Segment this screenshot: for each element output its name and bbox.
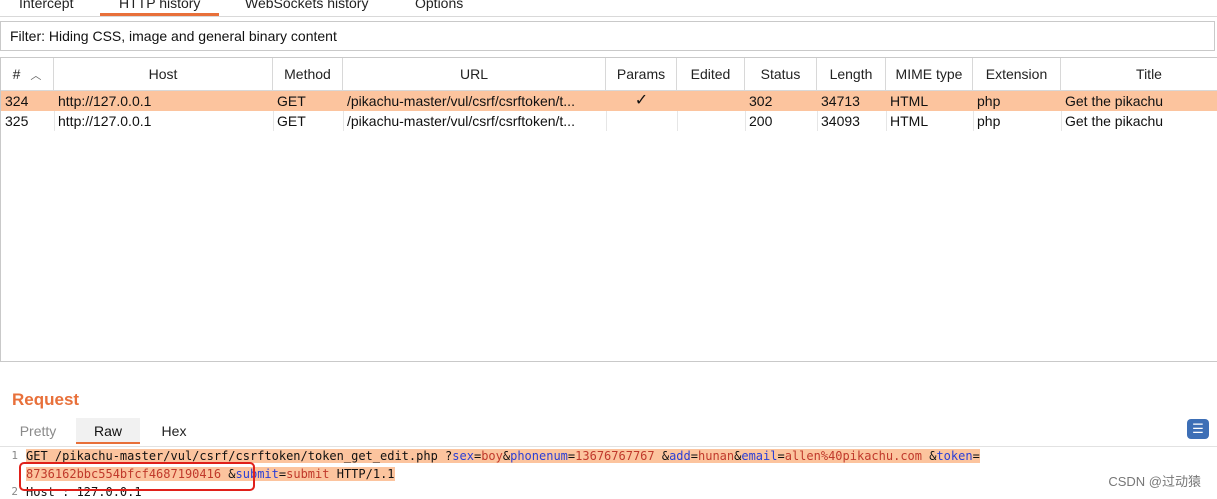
cell-status: 302	[749, 93, 773, 109]
line-number: 1	[11, 449, 18, 462]
cell-status: 200	[749, 113, 773, 129]
col-header-extension[interactable]: Extension	[973, 58, 1061, 90]
request-view-tabs: Pretty Raw Hex	[0, 418, 1217, 444]
col-header-status[interactable]: Status	[745, 58, 817, 90]
cell-length: 34713	[821, 93, 860, 109]
cell-extension: php	[977, 113, 1001, 129]
cell-method: GET	[277, 113, 306, 129]
cell-edited	[677, 91, 745, 111]
col-header-mime-type[interactable]: MIME type	[886, 58, 973, 90]
cell-url: /pikachu-master/vul/csrf/csrftoken/t...	[347, 93, 575, 109]
col-header-title[interactable]: Title	[1061, 58, 1217, 90]
tab-pretty[interactable]: Pretty	[8, 418, 68, 444]
cell-host: http://127.0.0.1	[58, 93, 152, 109]
col-header-length[interactable]: Length	[817, 58, 886, 90]
tab-raw[interactable]: Raw	[76, 418, 140, 444]
table-header: # ︿ Host Method URL Params Edited Status…	[1, 58, 1217, 91]
col-header-host[interactable]: Host	[54, 58, 273, 90]
request-method-path: GET /pikachu-master/vul/csrf/csrftoken/t…	[26, 449, 438, 463]
top-tab-bar: Intercept HTTP history WebSockets histor…	[0, 0, 1217, 17]
col-header-params[interactable]: Params	[606, 58, 677, 90]
cell-title: Get the pikachu	[1065, 93, 1164, 109]
col-header-num[interactable]: # ︿	[1, 58, 54, 90]
wrap-lines-icon[interactable]: ☰	[1187, 419, 1209, 439]
cell-title: Get the pikachu	[1065, 113, 1164, 129]
col-header-url[interactable]: URL	[343, 58, 606, 90]
cell-method: GET	[277, 93, 306, 109]
table-row[interactable]: 324 http://127.0.0.1 GET /pikachu-master…	[1, 91, 1217, 111]
token-highlight-box	[19, 462, 255, 491]
cell-host: http://127.0.0.1	[58, 113, 152, 129]
tab-websockets-history[interactable]: WebSockets history	[226, 0, 387, 16]
tab-options[interactable]: Options	[396, 0, 482, 16]
http-version: HTTP/1.1	[336, 467, 395, 481]
history-table: # ︿ Host Method URL Params Edited Status…	[0, 57, 1217, 362]
cell-mime: HTML	[890, 93, 929, 109]
tab-hex[interactable]: Hex	[144, 418, 204, 444]
cell-extension: php	[977, 93, 1001, 109]
tab-intercept[interactable]: Intercept	[0, 0, 92, 16]
tab-http-history[interactable]: HTTP history	[100, 0, 220, 16]
sort-ascending-icon: ︿	[30, 70, 42, 82]
col-header-method[interactable]: Method	[273, 58, 343, 90]
watermark: CSDN @过动猿	[1108, 471, 1201, 490]
filter-bar[interactable]: Filter: Hiding CSS, image and general bi…	[0, 21, 1215, 51]
table-row[interactable]: 325 http://127.0.0.1 GET /pikachu-master…	[1, 111, 1217, 131]
check-icon: ✓	[634, 92, 649, 109]
cell-edited	[677, 111, 745, 131]
request-panel-title: Request	[12, 390, 80, 409]
cell-length: 34093	[821, 113, 860, 129]
cell-num: 324	[5, 93, 29, 109]
cell-mime: HTML	[890, 113, 929, 129]
cell-url: /pikachu-master/vul/csrf/csrftoken/t...	[347, 113, 575, 129]
cell-params	[606, 111, 677, 131]
cell-num: 325	[5, 113, 29, 129]
col-header-edited[interactable]: Edited	[677, 58, 745, 90]
